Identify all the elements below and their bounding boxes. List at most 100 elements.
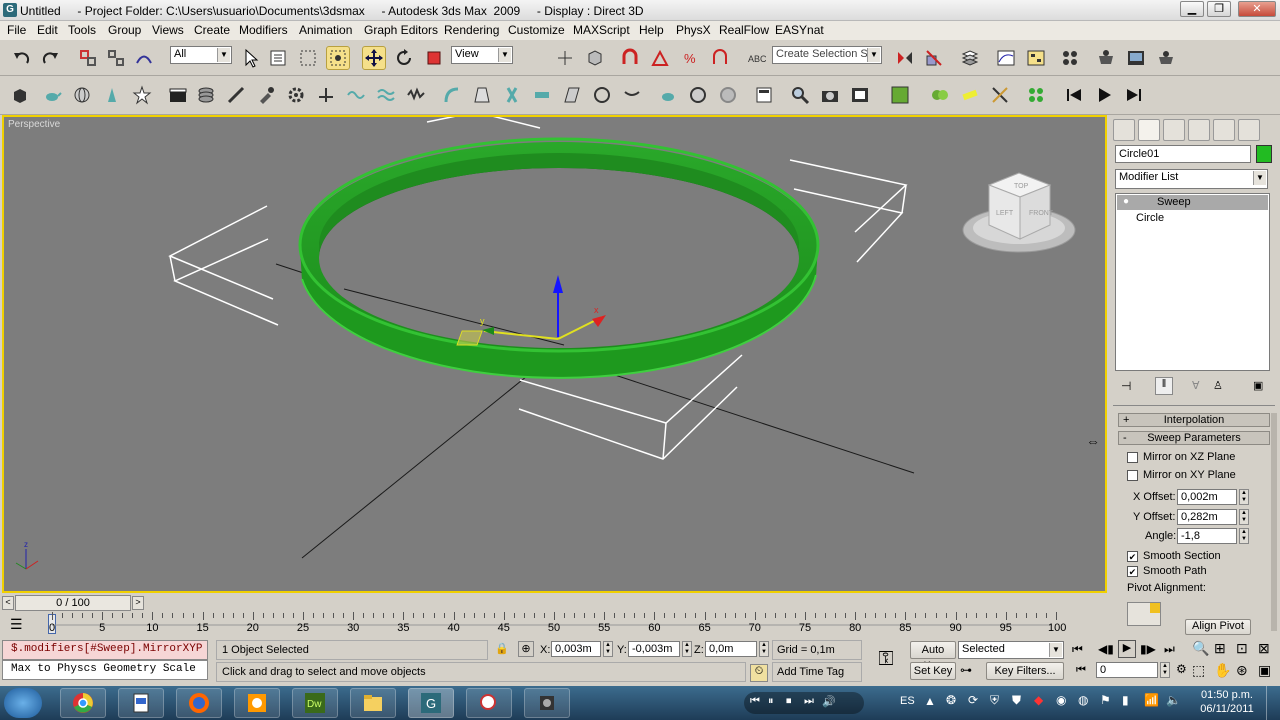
y-coord-spinner[interactable]: ▲ ▼ (682, 641, 692, 657)
tray-expand-icon[interactable]: ▲ (924, 694, 936, 708)
skew-icon[interactable] (560, 83, 584, 107)
tape-measure-icon[interactable] (224, 83, 248, 107)
make-unique-icon[interactable]: ∀ (1192, 379, 1200, 392)
tray-volume-icon[interactable]: 🔈 (1166, 693, 1181, 707)
restore-button[interactable]: ❐ (1207, 1, 1231, 17)
menu-realflow[interactable]: RealFlow (719, 23, 769, 37)
utilities-tab-icon[interactable] (1238, 119, 1260, 141)
current-frame-spinner[interactable]: ▲ ▼ (1160, 662, 1170, 678)
menu-views[interactable]: Views (152, 23, 184, 37)
zoom-all-icon[interactable]: ⊞ (1214, 640, 1226, 657)
search-taskbar-icon[interactable] (466, 688, 512, 718)
object-color-swatch[interactable] (1256, 145, 1272, 163)
time-slider-thumb[interactable]: 0 / 100 (15, 595, 131, 611)
layer-manager-icon[interactable] (958, 46, 982, 70)
menu-file[interactable]: File (7, 23, 26, 37)
schematic-view-icon[interactable] (1024, 46, 1048, 70)
rectangular-selection-icon[interactable] (296, 46, 320, 70)
select-object-icon[interactable] (238, 46, 262, 70)
reference-coordinate-dropdown[interactable]: View ▼ (451, 46, 513, 64)
command-panel-scrollbar[interactable] (1271, 413, 1277, 631)
sweep-parameters-rollout[interactable]: - Sweep Parameters (1118, 431, 1270, 445)
window-crossing-icon[interactable] (326, 46, 350, 70)
firefox-taskbar-icon[interactable] (176, 688, 222, 718)
key-mode-toggle-icon[interactable]: ⏮ (1076, 664, 1086, 677)
zoom-icon[interactable]: 🔍 (1192, 640, 1209, 657)
select-and-scale-icon[interactable] (422, 46, 446, 70)
time-tag-icon[interactable]: ⏲ (750, 664, 768, 682)
menu-tools[interactable]: Tools (68, 23, 96, 37)
time-slider-next[interactable]: > (132, 596, 144, 610)
render-setup-icon[interactable] (1094, 46, 1118, 70)
bind-space-warp-icon[interactable] (132, 46, 156, 70)
zoom-region-icon[interactable] (788, 83, 812, 107)
media-pause-icon[interactable]: ⏸ (768, 695, 774, 708)
physx-particles-icon[interactable] (1024, 83, 1048, 107)
key-filter-icon[interactable]: ⊶ (960, 663, 972, 677)
motion-tab-icon[interactable] (1188, 119, 1210, 141)
spherify-icon[interactable] (590, 83, 614, 107)
camera-icon[interactable] (818, 83, 842, 107)
maxscript-listener-line[interactable]: $.modifiers[#Sweep].MirrorXYP (2, 640, 208, 660)
select-by-name-icon[interactable] (266, 46, 290, 70)
zoom-extents-all-icon[interactable]: ⊠ (1258, 640, 1270, 657)
rendered-frame-window-icon[interactable] (1124, 46, 1148, 70)
lightbulb-icon[interactable]: ● (1123, 196, 1129, 207)
select-and-move-icon[interactable] (362, 46, 386, 70)
add-time-tag-button[interactable]: Add Time Tag (772, 662, 862, 682)
track-bar[interactable]: ☰ 0 5 10 15 20 25 30 35 40 45 50 55 60 65 70 75 80 85 90 95… (0, 612, 1110, 638)
render-region-icon[interactable] (848, 83, 872, 107)
start-button[interactable] (4, 688, 42, 718)
lock-selection-icon[interactable]: 🔒 (495, 642, 509, 655)
layers-icon[interactable] (194, 83, 218, 107)
preserve-icon[interactable] (716, 83, 740, 107)
pin-stack-icon[interactable]: ⊣ (1121, 379, 1131, 393)
noise-icon[interactable] (404, 83, 428, 107)
lattice-icon[interactable] (686, 83, 710, 107)
unlink-icon[interactable] (104, 46, 128, 70)
physx-rigidbody-icon[interactable] (928, 83, 952, 107)
star-icon[interactable] (130, 83, 154, 107)
perspective-viewport[interactable]: Perspective x y TOP LEFT FRONT z (2, 115, 1107, 593)
physx-icon[interactable] (888, 83, 912, 107)
media-player-controls[interactable]: ⏮ ⏸ ⏹ ⏭ 🔊 (744, 692, 864, 714)
tray-app-icon[interactable]: ◉ (1056, 693, 1066, 707)
squeeze-icon[interactable] (620, 83, 644, 107)
play-icon[interactable] (1092, 83, 1116, 107)
field-of-view-icon[interactable]: ⬚ (1192, 662, 1205, 679)
maxscript-mini-listener[interactable]: Max to Physcs Geometry Scale (2, 660, 208, 680)
select-manipulate-icon[interactable] (583, 46, 607, 70)
set-key-button[interactable]: Set Key (910, 662, 956, 680)
close-button[interactable]: ✕ (1238, 1, 1276, 17)
menu-physx[interactable]: PhysX (676, 23, 711, 37)
taper-icon[interactable] (470, 83, 494, 107)
angle-snap-icon[interactable] (648, 46, 672, 70)
tray-sync-icon[interactable]: ⟳ (968, 693, 978, 707)
clock-date[interactable]: 06/11/2011 (1194, 703, 1260, 715)
play-animation-icon[interactable]: ▶ (1118, 640, 1136, 658)
menu-create[interactable]: Create (194, 23, 230, 37)
viewcube[interactable]: TOP LEFT FRONT (962, 172, 1076, 253)
named-selection-icon[interactable]: ABC (744, 46, 768, 70)
next-frame-icon[interactable]: ▮▶ (1140, 642, 1156, 656)
spinner-snap-icon[interactable] (708, 46, 732, 70)
create-tab-icon[interactable] (1113, 119, 1135, 141)
pivot-point-selected[interactable] (1150, 603, 1160, 613)
stack-item-circle[interactable]: Circle (1136, 212, 1164, 224)
document-taskbar-icon[interactable] (118, 688, 164, 718)
menu-graph-editors[interactable]: Graph Editors (364, 23, 438, 37)
align-pivot-button[interactable]: Align Pivot (1185, 619, 1251, 635)
x-offset-input[interactable]: 0,002m (1177, 489, 1237, 505)
current-frame-input[interactable]: 0 (1096, 662, 1158, 678)
go-to-end-icon[interactable] (1122, 83, 1146, 107)
clock-time[interactable]: 01:50 p.m. (1194, 689, 1260, 701)
align-icon[interactable] (922, 46, 946, 70)
create-box-icon[interactable] (8, 83, 32, 107)
mirror-icon[interactable] (893, 46, 917, 70)
menu-help[interactable]: Help (639, 23, 664, 37)
minimize-button[interactable]: ▁ (1180, 1, 1204, 17)
modifier-stack[interactable]: ● Sweep Circle (1115, 193, 1270, 371)
menu-rendering[interactable]: Rendering (444, 23, 499, 37)
menu-easynat[interactable]: EASYnat (775, 23, 824, 37)
go-to-start-icon[interactable]: ⏮ (1072, 642, 1083, 657)
